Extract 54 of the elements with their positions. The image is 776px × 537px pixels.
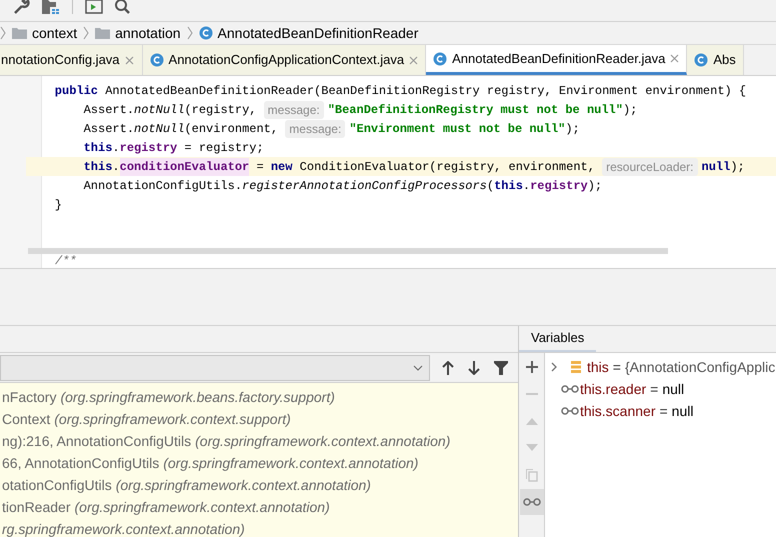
triangle-up-icon (526, 417, 538, 425)
close-icon[interactable] (409, 56, 418, 64)
stack-frame-item[interactable]: ng):216, AnnotationConfigUtils (org.springframework.context.annotation) (0, 430, 518, 452)
breadcrumb-item[interactable]: annotation (95, 22, 181, 44)
chevron-icon (0, 26, 6, 40)
variable-item[interactable]: this = {AnnotationConfigApplic (545, 356, 776, 378)
triangle-down-icon (526, 444, 538, 452)
code-line: AnnotationConfigUtils.registerAnnotationConfigProcessors(this.registry); (82, 178, 604, 194)
stack-frame-item[interactable]: rg.springframework.context.annotation) (0, 518, 518, 537)
search-icon[interactable] (115, 0, 131, 14)
close-icon[interactable] (124, 56, 134, 64)
stack-frame-item[interactable]: 66, AnnotationConfigUtils (org.springframework.context.annotation) (0, 452, 518, 474)
stack-frame-item[interactable]: nFactory (org.springframework.beans.factory.support) (0, 386, 518, 408)
folder-icon (12, 27, 27, 39)
editor-tab[interactable]: AnnotatedBeanDefinitionReader.java (426, 45, 688, 75)
editor-tab[interactable]: Abs (687, 45, 744, 75)
editor-tab[interactable]: nnotationConfig.java (0, 45, 143, 75)
chevron-icon (83, 26, 90, 40)
class-icon (198, 26, 213, 40)
breadcrumb-item[interactable]: context (12, 22, 78, 44)
folder-grid-icon[interactable] (42, 0, 60, 14)
editor-tab[interactable]: AnnotationConfigApplicationContext.java (142, 45, 426, 75)
stack-frame-item[interactable]: tionReader (org.springframework.context.annotation) (0, 496, 518, 518)
copy-icon (525, 468, 538, 482)
code-line: Assert.notNull(registry, message: "BeanDefinitionRegistry must not be null"); (82, 100, 638, 119)
arrow-down-icon[interactable] (468, 360, 480, 374)
arrow-up-icon[interactable] (442, 360, 454, 374)
close-icon[interactable] (670, 54, 680, 63)
glasses-icon (561, 407, 579, 415)
class-icon (433, 52, 448, 66)
code-line: this.registry = registry; (82, 140, 265, 156)
horizontal-scrollbar[interactable] (28, 248, 668, 254)
glasses-icon (561, 385, 579, 393)
run-window-icon[interactable] (85, 0, 103, 14)
filter-icon[interactable] (494, 360, 508, 374)
chevron-icon (186, 26, 193, 40)
code-line: } (54, 196, 64, 214)
code-line: Assert.notNull(environment, message: "Environment must not be null"); (82, 119, 581, 138)
variable-item[interactable]: this.scanner = null (545, 400, 776, 422)
stack-frame-item[interactable]: Context (org.springframework.context.support) (0, 408, 518, 430)
glasses-icon (522, 498, 540, 506)
dropdown-caret-icon (413, 364, 423, 370)
toolbar-button[interactable] (520, 489, 544, 515)
code-line: public AnnotatedBeanDefinitionReader(BeanDefinitionRegistry registry, Environment environment) { (54, 82, 748, 100)
add-icon (526, 361, 538, 373)
stack-frame-item[interactable]: otationConfigUtils (org.springframework.context.annotation) (0, 474, 518, 496)
wrench-icon[interactable] (14, 0, 30, 14)
variable-item[interactable]: this.reader = null (545, 378, 776, 400)
breadcrumb-item[interactable]: AnnotatedBeanDefinitionReader (198, 22, 418, 44)
class-icon (694, 53, 708, 67)
class-icon (150, 53, 164, 67)
folder-icon (95, 27, 110, 39)
code-comment: /** (54, 254, 78, 268)
stack-icon (571, 361, 581, 373)
